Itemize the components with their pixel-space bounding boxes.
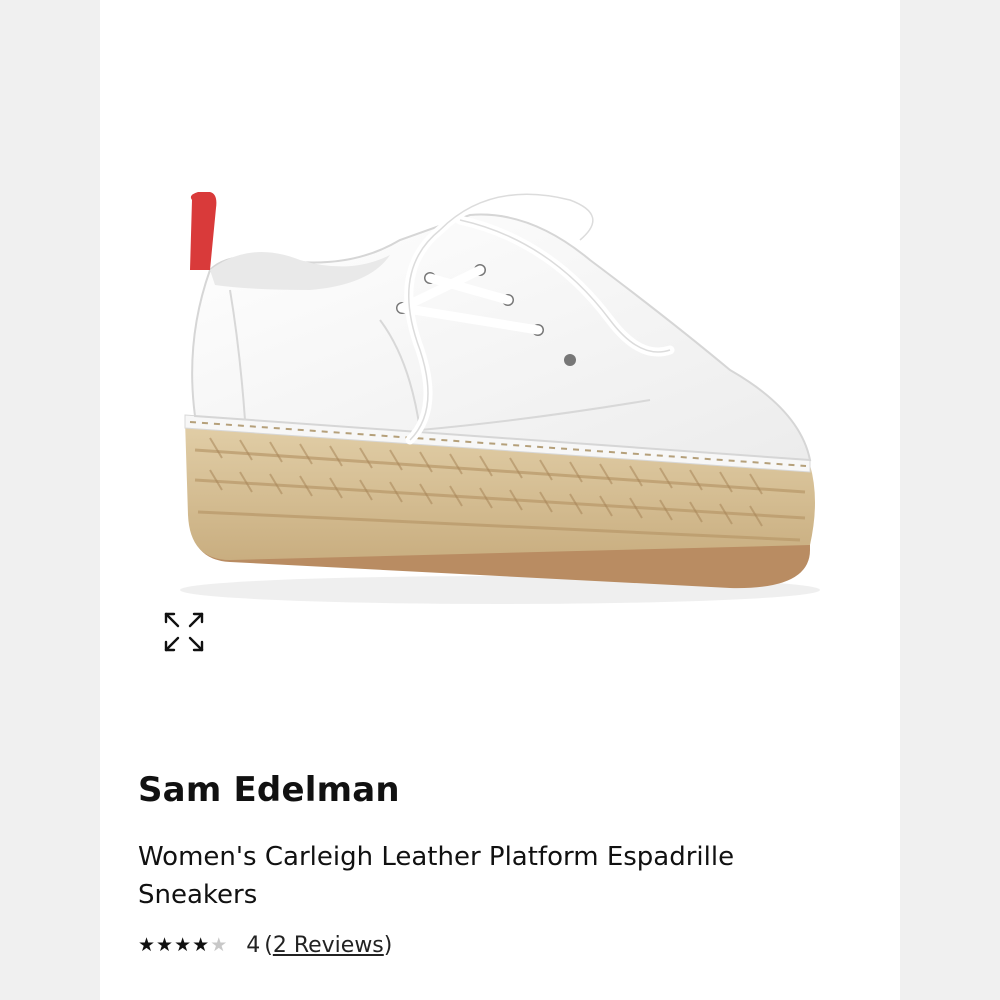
reviews-close-paren: )	[383, 932, 393, 958]
rating-row: ★ ★ ★ ★ ★ 4 ( 2 Reviews )	[138, 928, 392, 962]
expand-icon[interactable]	[160, 608, 208, 656]
product-card: Sam Edelman Women's Carleigh Leather Pla…	[100, 0, 900, 1000]
star-filled-icon: ★	[174, 934, 193, 956]
star-filled-icon: ★	[192, 934, 211, 956]
reviews-link[interactable]: 2 Reviews	[273, 933, 384, 958]
product-image[interactable]	[170, 120, 860, 640]
page: Sam Edelman Women's Carleigh Leather Pla…	[0, 0, 1000, 1000]
product-brand[interactable]: Sam Edelman	[138, 770, 400, 810]
rating-stars: ★ ★ ★ ★ ★	[138, 934, 228, 956]
star-filled-icon: ★	[138, 934, 157, 956]
rating-value: 4	[246, 932, 261, 958]
star-empty-icon: ★	[210, 934, 229, 956]
product-title: Women's Carleigh Leather Platform Espadr…	[138, 842, 735, 910]
star-filled-icon: ★	[156, 934, 175, 956]
background-band-left	[0, 0, 100, 1000]
background-band-right	[900, 0, 1000, 1000]
reviews-open-paren: (	[264, 932, 273, 958]
